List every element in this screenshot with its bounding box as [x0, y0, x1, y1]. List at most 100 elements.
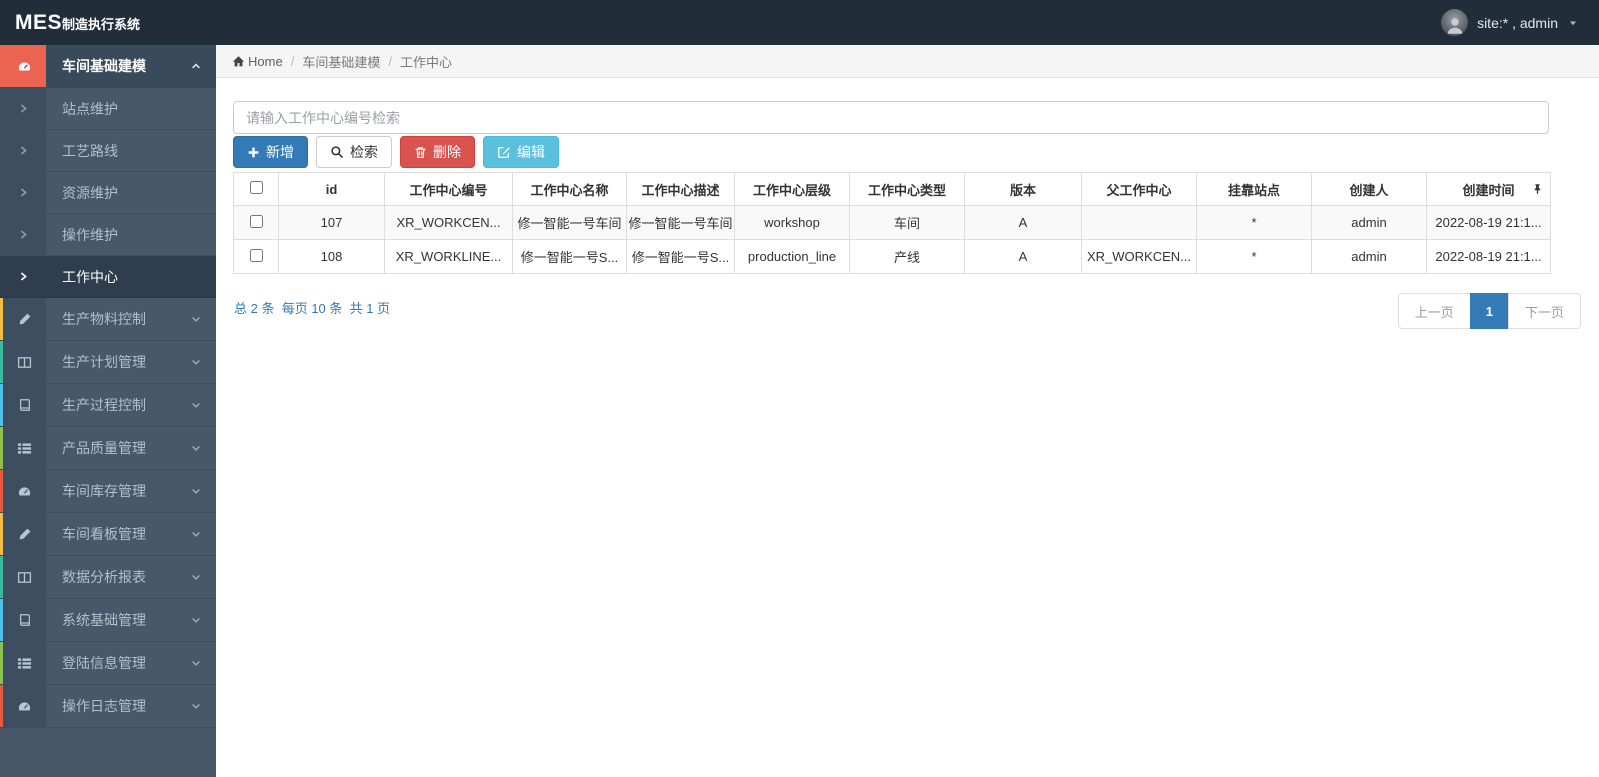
table-cell: XR_WORKLINE...: [384, 239, 513, 274]
chevron-up-icon: [190, 60, 202, 72]
sidebar-subitem-操作维护[interactable]: 操作维护: [0, 214, 216, 256]
sidebar-item-生产过程控制[interactable]: 生产过程控制: [0, 384, 216, 427]
row-checkbox[interactable]: [249, 248, 263, 262]
primary-action-button[interactable]: 新增: [233, 136, 308, 168]
sidebar-subitem-站点维护[interactable]: 站点维护: [0, 88, 216, 130]
chevron-down-icon: [190, 700, 202, 712]
breadcrumb-separator: /: [290, 53, 295, 69]
sidebar-icon-cell: [0, 130, 46, 171]
sidebar-item-生产物料控制[interactable]: 生产物料控制: [0, 298, 216, 341]
columns-icon: [17, 570, 32, 585]
column-header[interactable]: 挂靠站点: [1196, 172, 1312, 206]
breadcrumb-item[interactable]: 车间基础建模: [302, 52, 380, 71]
search-input[interactable]: [233, 101, 1549, 134]
sidebar-item-label: 系统基础管理: [62, 612, 146, 628]
next-page-button[interactable]: 下一页: [1507, 293, 1581, 329]
sidebar-subitem-工艺路线[interactable]: 工艺路线: [0, 130, 216, 172]
breadcrumb: Home / 车间基础建模 / 工作中心: [216, 45, 1599, 78]
table-cell: admin: [1311, 239, 1427, 274]
sidebar-item-数据分析报表[interactable]: 数据分析报表: [0, 556, 216, 599]
table-cell: 108: [278, 239, 385, 274]
sidebar-item-车间基础建模[interactable]: 车间基础建模: [0, 45, 216, 88]
table-cell: production_line: [734, 239, 850, 274]
sidebar-icon-cell: [0, 470, 46, 512]
sidebar-item-label: 工艺路线: [62, 142, 118, 159]
sidebar-item-label: 资源维护: [62, 184, 118, 201]
tachometer-icon: [17, 59, 32, 74]
info-action-button[interactable]: 编辑: [483, 136, 559, 168]
app-logo[interactable]: MES 制造执行系统: [0, 11, 140, 35]
chevron-down-icon: [190, 657, 202, 669]
pencil-icon: [18, 527, 32, 541]
table-cell: [1081, 205, 1197, 240]
page-1-button[interactable]: 1: [1469, 293, 1509, 329]
user-icon: [1447, 17, 1462, 34]
sidebar-icon-cell: [0, 45, 46, 87]
sidebar-item-label: 车间基础建模: [62, 58, 146, 74]
column-header-label: 挂靠站点: [1227, 182, 1280, 198]
danger-action-button[interactable]: 删除: [400, 136, 475, 168]
prev-page-button[interactable]: 上一页: [1397, 293, 1471, 329]
column-header[interactable]: id: [278, 172, 385, 206]
column-header[interactable]: 工作中心层级: [734, 172, 850, 206]
sidebar-item-系统基础管理[interactable]: 系统基础管理: [0, 599, 216, 642]
book-icon: [18, 613, 32, 627]
chevron-down-icon: [190, 528, 202, 540]
columns-icon: [17, 355, 32, 370]
column-header[interactable]: 父工作中心: [1081, 172, 1197, 206]
table-cell: 车间: [849, 205, 965, 240]
top-navbar: MES 制造执行系统 site:* , admin: [0, 0, 1599, 45]
table-cell: A: [964, 239, 1082, 274]
default-action-button[interactable]: 检索: [316, 136, 392, 168]
button-label: 新增: [266, 144, 294, 160]
column-header[interactable]: 工作中心编号: [384, 172, 513, 206]
chevron-right-icon: [18, 271, 29, 282]
app-logo-text: 制造执行系统: [62, 16, 141, 32]
pin-icon[interactable]: [1532, 184, 1543, 195]
plus-icon: [247, 146, 260, 159]
table-row: 108 XR_WORKLINE... 修一智能一号S... 修一智能一号S... pro…: [233, 239, 1551, 274]
sidebar-item-操作日志管理[interactable]: 操作日志管理: [0, 685, 216, 728]
column-header[interactable]: 工作中心描述: [626, 172, 735, 206]
user-menu[interactable]: site:* , admin: [1441, 9, 1599, 36]
sidebar-subitem-工作中心[interactable]: 工作中心: [0, 256, 216, 298]
column-header-label: 工作中心编号: [409, 182, 488, 198]
sidebar-item-label: 操作日志管理: [62, 698, 146, 714]
column-header[interactable]: 创建时间: [1426, 172, 1551, 206]
sidebar-item-车间看板管理[interactable]: 车间看板管理: [0, 513, 216, 556]
sidebar-item-label: 数据分析报表: [62, 569, 146, 585]
breadcrumb-home[interactable]: Home: [232, 54, 283, 69]
row-checkbox[interactable]: [249, 214, 263, 228]
sidebar-icon-cell: [0, 384, 46, 426]
column-header[interactable]: 工作中心类型: [849, 172, 965, 206]
sidebar: 车间基础建模站点维护工艺路线资源维护操作维护 工作中心生产物料控制生产计划管理 生产…: [0, 45, 216, 777]
sidebar-icon-cell: [0, 427, 46, 469]
sidebar-item-产品质量管理[interactable]: 产品质量管理: [0, 427, 216, 470]
sidebar-subitem-资源维护[interactable]: 资源维护: [0, 172, 216, 214]
column-header[interactable]: 工作中心名称: [512, 172, 627, 206]
sidebar-item-车间库存管理[interactable]: 车间库存管理: [0, 470, 216, 513]
trash-icon: [414, 146, 427, 159]
sidebar-icon-cell: [0, 599, 46, 641]
column-header-label: 创建人: [1349, 182, 1389, 198]
sidebar-icon-cell: [0, 556, 46, 598]
list-icon: [17, 441, 32, 456]
sidebar-item-生产计划管理[interactable]: 生产计划管理: [0, 341, 216, 384]
column-header[interactable]: 创建人: [1311, 172, 1427, 206]
sidebar-icon-cell: [0, 88, 46, 129]
chevron-right-icon: [18, 187, 29, 198]
table-cell: 2022-08-19 21:1...: [1426, 205, 1551, 240]
home-icon: [232, 55, 245, 66]
user-label: site:* , admin: [1477, 14, 1558, 31]
select-all-checkbox[interactable]: [249, 181, 263, 194]
page: MES 制造执行系统 site:* , admin 车间基础建模站点维护工艺路线…: [0, 0, 1599, 777]
sidebar-icon-cell: [0, 642, 46, 684]
column-header[interactable]: 版本: [964, 172, 1082, 206]
sidebar-item-label: 生产物料控制: [62, 311, 146, 327]
table-cell: 修一智能一号S...: [512, 239, 627, 274]
column-header-label: 创建时间: [1462, 182, 1515, 198]
table-cell: A: [964, 205, 1082, 240]
sidebar-icon-cell: [0, 341, 46, 383]
table-cell: 2022-08-19 21:1...: [1426, 239, 1551, 274]
sidebar-item-登陆信息管理[interactable]: 登陆信息管理: [0, 642, 216, 685]
